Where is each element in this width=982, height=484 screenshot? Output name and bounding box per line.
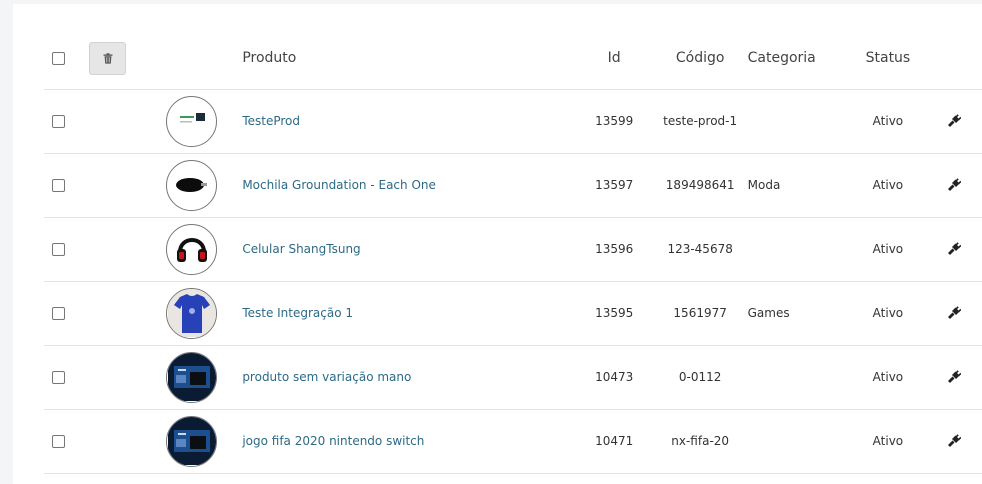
- bulk-delete-button[interactable]: [89, 41, 127, 75]
- row-checkbox[interactable]: [52, 435, 65, 448]
- product-id: 13599: [595, 114, 634, 128]
- plug-icon[interactable]: [947, 434, 962, 448]
- table-row: jogo fifa 2020 nintendo switch 10471 nx-…: [44, 409, 982, 473]
- table-row: Mochila Groundation - Each One 13597 189…: [44, 153, 982, 217]
- table-row: produto sem variação mano 10473 0-0112 A…: [44, 345, 982, 409]
- table-header-row: Produto Id Código Categoria Status: [44, 28, 982, 89]
- products-table: Produto Id Código Categoria Status Teste…: [44, 28, 982, 474]
- product-code: nx-fifa-20: [671, 434, 730, 448]
- product-thumbnail: [166, 351, 218, 403]
- header-categoria[interactable]: Categoria: [748, 28, 851, 89]
- product-category: [748, 217, 851, 281]
- product-id: 13595: [595, 306, 634, 320]
- header-produto[interactable]: Produto: [242, 28, 575, 89]
- product-id: 13597: [595, 178, 634, 192]
- select-all-cell: [44, 28, 89, 89]
- product-code: 0-0112: [678, 370, 722, 384]
- image-header: [166, 28, 242, 89]
- product-name-link[interactable]: Teste Integração 1: [242, 306, 353, 320]
- plug-icon[interactable]: [947, 114, 962, 128]
- product-category: Games: [747, 306, 790, 320]
- product-category: Moda: [747, 178, 781, 192]
- plug-icon[interactable]: [947, 178, 962, 192]
- table-row: Celular ShangTsung 13596 123-45678 Ativo: [44, 217, 982, 281]
- product-category: [748, 89, 851, 153]
- product-id: 13596: [595, 242, 634, 256]
- product-status: Ativo: [872, 306, 904, 320]
- headset-icon: [176, 238, 207, 262]
- product-code: 189498641: [665, 178, 735, 192]
- product-thumbnail: [166, 159, 218, 211]
- row-checkbox[interactable]: [52, 115, 65, 128]
- table-row: Teste Integração 1 13595 1561977 Games A…: [44, 281, 982, 345]
- product-code: 1561977: [673, 306, 727, 320]
- table-row: TesteProd 13599 teste-prod-1 Ativo: [44, 89, 982, 153]
- plug-icon[interactable]: [947, 242, 962, 256]
- product-name-link[interactable]: Celular ShangTsung: [242, 242, 360, 256]
- select-all-checkbox[interactable]: [52, 51, 65, 65]
- header-id[interactable]: Id: [576, 28, 653, 89]
- product-thumbnail: [166, 95, 218, 147]
- bulk-delete-cell: [89, 28, 166, 89]
- product-code: 123-45678: [667, 242, 733, 256]
- header-codigo[interactable]: Código: [653, 28, 748, 89]
- product-status: Ativo: [872, 178, 904, 192]
- product-name-link[interactable]: jogo fifa 2020 nintendo switch: [242, 434, 424, 448]
- products-card: Produto Id Código Categoria Status Teste…: [13, 4, 982, 484]
- product-thumbnail: [166, 415, 218, 467]
- black-oval-logo-icon: [175, 178, 207, 192]
- product-thumbnail: [166, 223, 218, 275]
- trash-icon: [103, 53, 113, 64]
- actions-header: [925, 28, 982, 89]
- product-name-link[interactable]: produto sem variação mano: [242, 370, 411, 384]
- plug-icon[interactable]: [947, 306, 962, 320]
- blue-tshirt-icon: [167, 289, 216, 337]
- product-name-link[interactable]: TesteProd: [242, 114, 300, 128]
- product-category: [748, 409, 851, 473]
- row-checkbox[interactable]: [52, 371, 65, 384]
- product-status: Ativo: [872, 114, 904, 128]
- product-name-link[interactable]: Mochila Groundation - Each One: [242, 178, 436, 192]
- product-status: Ativo: [872, 242, 904, 256]
- row-checkbox[interactable]: [52, 179, 65, 192]
- product-status: Ativo: [872, 434, 904, 448]
- row-checkbox[interactable]: [52, 307, 65, 320]
- console-box-icon: [167, 353, 216, 401]
- product-category: [748, 345, 851, 409]
- screen-thumbnail-icon: [179, 113, 205, 123]
- plug-icon[interactable]: [947, 370, 962, 384]
- product-status: Ativo: [872, 370, 904, 384]
- product-id: 10471: [595, 434, 634, 448]
- product-thumbnail: [166, 287, 218, 339]
- row-checkbox[interactable]: [52, 243, 65, 256]
- product-id: 10473: [595, 370, 634, 384]
- product-code: teste-prod-1: [663, 114, 738, 128]
- header-status[interactable]: Status: [851, 28, 925, 89]
- console-box-icon: [167, 417, 216, 465]
